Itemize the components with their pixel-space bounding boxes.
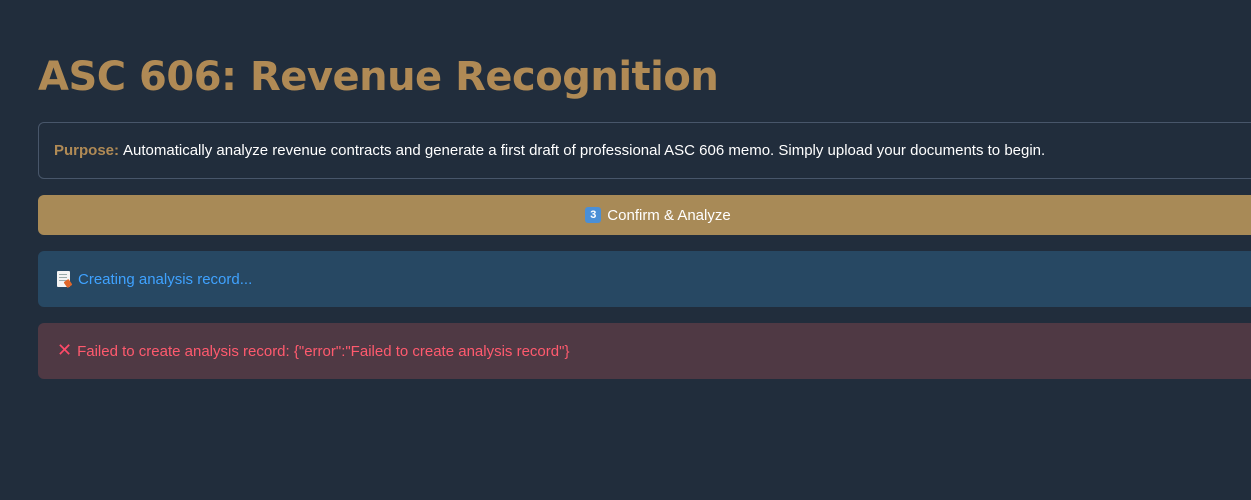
cross-mark-icon: ✕ <box>57 340 73 361</box>
purpose-label: Purpose: <box>54 142 120 159</box>
info-status-alert: Creating analysis record... <box>38 251 1251 307</box>
purpose-box: Purpose: Automatically analyze revenue c… <box>38 122 1251 179</box>
error-status-text: Failed to create analysis record: {"erro… <box>77 342 570 360</box>
confirm-analyze-label: Confirm & Analyze <box>607 206 731 224</box>
page-title: ASC 606: Revenue Recognition <box>38 54 719 100</box>
memo-icon <box>57 271 70 287</box>
purpose-text: Automatically analyze revenue contracts … <box>123 142 1046 159</box>
error-status-alert: ✕ Failed to create analysis record: {"er… <box>38 323 1251 379</box>
info-status-text: Creating analysis record... <box>78 270 253 288</box>
confirm-analyze-button[interactable]: 3 Confirm & Analyze <box>38 195 1251 235</box>
keycap-3-icon: 3 <box>585 207 602 223</box>
